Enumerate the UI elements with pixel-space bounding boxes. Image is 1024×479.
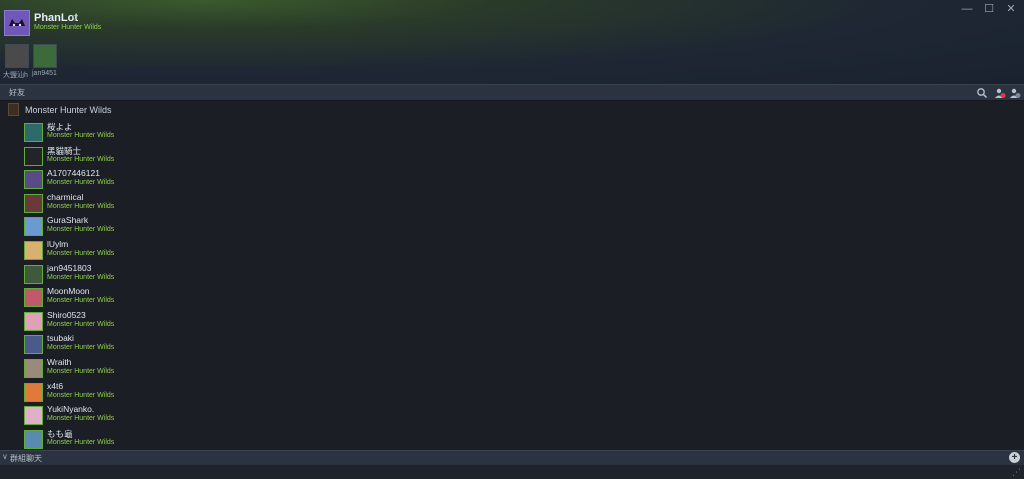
friend-avatar[interactable] bbox=[24, 170, 43, 190]
friend-row[interactable]: tsubaki Monster Hunter Wilds bbox=[24, 333, 324, 355]
add-friend-icon[interactable] bbox=[1009, 86, 1021, 98]
friend-name: Wraith bbox=[47, 357, 72, 367]
friend-avatar[interactable] bbox=[24, 288, 43, 308]
game-group-name: Monster Hunter Wilds bbox=[25, 104, 112, 115]
friend-row[interactable]: YukiNyanko. Monster Hunter Wilds bbox=[24, 404, 324, 426]
friend-row[interactable]: Wraith Monster Hunter Wilds bbox=[24, 357, 324, 379]
maximize-button[interactable]: ☐ bbox=[982, 3, 996, 15]
friend-avatar[interactable] bbox=[24, 359, 43, 378]
friend-name: lUylm bbox=[47, 239, 69, 249]
friend-avatar[interactable] bbox=[24, 335, 43, 355]
friend-avatar[interactable] bbox=[24, 193, 43, 213]
group-chat-label[interactable]: 群組聊天 bbox=[10, 453, 42, 464]
friend-avatar[interactable] bbox=[24, 146, 43, 166]
friend-row[interactable]: 桜よよ Monster Hunter Wilds bbox=[24, 121, 324, 143]
friend-game: Monster Hunter Wilds bbox=[47, 273, 115, 281]
friend-avatar[interactable] bbox=[24, 311, 43, 331]
friend-game: Monster Hunter Wilds bbox=[47, 391, 115, 399]
friend-game: Monster Hunter Wilds bbox=[47, 226, 115, 234]
add-group-chat-button[interactable]: + bbox=[1009, 452, 1020, 463]
friend-row[interactable]: A1707446121 Monster Hunter Wilds bbox=[24, 168, 324, 190]
friend-game: Monster Hunter Wilds bbox=[47, 155, 115, 163]
friend-name: tsubaki bbox=[47, 333, 74, 344]
friend-avatar[interactable] bbox=[24, 217, 43, 237]
friend-game: Monster Hunter Wilds bbox=[47, 202, 115, 210]
game-group-header[interactable]: Monster Hunter Wilds bbox=[8, 103, 112, 116]
friend-avatar[interactable] bbox=[24, 406, 43, 426]
self-game: Monster Hunter Wilds bbox=[34, 24, 102, 31]
friend-row[interactable]: Shiro0523 Monster Hunter Wilds bbox=[24, 310, 324, 332]
friend-row[interactable]: charmical Monster Hunter Wilds bbox=[24, 192, 324, 214]
recent-chat-avatar-2[interactable] bbox=[33, 44, 57, 68]
friend-avatar[interactable] bbox=[24, 382, 43, 402]
friend-game: Monster Hunter Wilds bbox=[47, 415, 115, 423]
friend-row[interactable]: もも龜 Monster Hunter Wilds bbox=[24, 428, 324, 450]
header: — ☐ ✕ PhanLot ▽ Monster Hunter Wilds 大鹽汕… bbox=[0, 0, 1024, 84]
friends-bar: 好友 bbox=[0, 84, 1024, 101]
friend-name: x4t6 bbox=[47, 380, 64, 391]
self-avatar[interactable] bbox=[4, 10, 30, 36]
recent-chat-label-2: jan9451 bbox=[32, 70, 57, 77]
friend-row[interactable]: x4t6 Monster Hunter Wilds bbox=[24, 381, 324, 403]
bottom-strip: ⋰ bbox=[0, 465, 1024, 479]
friend-game: Monster Hunter Wilds bbox=[47, 438, 115, 446]
friend-game: Monster Hunter Wilds bbox=[47, 179, 115, 187]
friend-avatar[interactable] bbox=[24, 241, 43, 260]
friend-game: Monster Hunter Wilds bbox=[47, 297, 115, 305]
game-icon bbox=[8, 103, 19, 116]
friend-game: Monster Hunter Wilds bbox=[47, 320, 115, 328]
friend-game: Monster Hunter Wilds bbox=[47, 250, 115, 257]
friend-name: A1707446121 bbox=[47, 168, 100, 179]
status-dropdown-chevron-icon[interactable]: ▽ bbox=[72, 13, 78, 22]
close-button[interactable]: ✕ bbox=[1004, 3, 1018, 15]
friend-name: Shiro0523 bbox=[47, 309, 86, 320]
friend-row[interactable]: jan9451803 Monster Hunter Wilds bbox=[24, 263, 324, 285]
minimize-button[interactable]: — bbox=[960, 3, 974, 15]
resize-grip-icon[interactable]: ⋰ bbox=[1012, 467, 1021, 478]
recent-chat-avatar-1[interactable] bbox=[5, 44, 29, 68]
friend-game: Monster Hunter Wilds bbox=[47, 368, 115, 375]
friend-row[interactable]: GuraShark Monster Hunter Wilds bbox=[24, 215, 324, 237]
friend-name: GuraShark bbox=[47, 215, 89, 226]
recent-chat-label-1: 大鹽汕h bbox=[3, 72, 28, 79]
friend-row[interactable]: MoonMoon Monster Hunter Wilds bbox=[24, 286, 324, 308]
friend-row[interactable]: 黑貓騎士 Monster Hunter Wilds bbox=[24, 145, 324, 167]
friend-name: MoonMoon bbox=[47, 286, 90, 297]
friend-row[interactable]: lUylm Monster Hunter Wilds bbox=[24, 239, 324, 261]
friends-bar-title: 好友 bbox=[9, 88, 25, 97]
friend-name: YukiNyanko. bbox=[47, 404, 95, 415]
friend-game: Monster Hunter Wilds bbox=[47, 132, 115, 139]
window-controls: — ☐ ✕ bbox=[960, 3, 1018, 15]
cat-icon bbox=[9, 19, 25, 27]
friend-game: Monster Hunter Wilds bbox=[47, 344, 115, 352]
search-icon[interactable] bbox=[976, 86, 988, 99]
friend-name: jan9451803 bbox=[47, 262, 92, 273]
friend-avatar[interactable] bbox=[24, 123, 43, 142]
friend-avatar[interactable] bbox=[24, 429, 43, 449]
friend-requests-icon[interactable] bbox=[994, 86, 1006, 98]
group-chat-bar: ∨ 群組聊天 + bbox=[0, 450, 1024, 465]
collapse-chevron-icon[interactable]: ∨ bbox=[2, 452, 8, 461]
friend-name: charmical bbox=[47, 191, 84, 202]
friend-avatar[interactable] bbox=[24, 264, 43, 284]
